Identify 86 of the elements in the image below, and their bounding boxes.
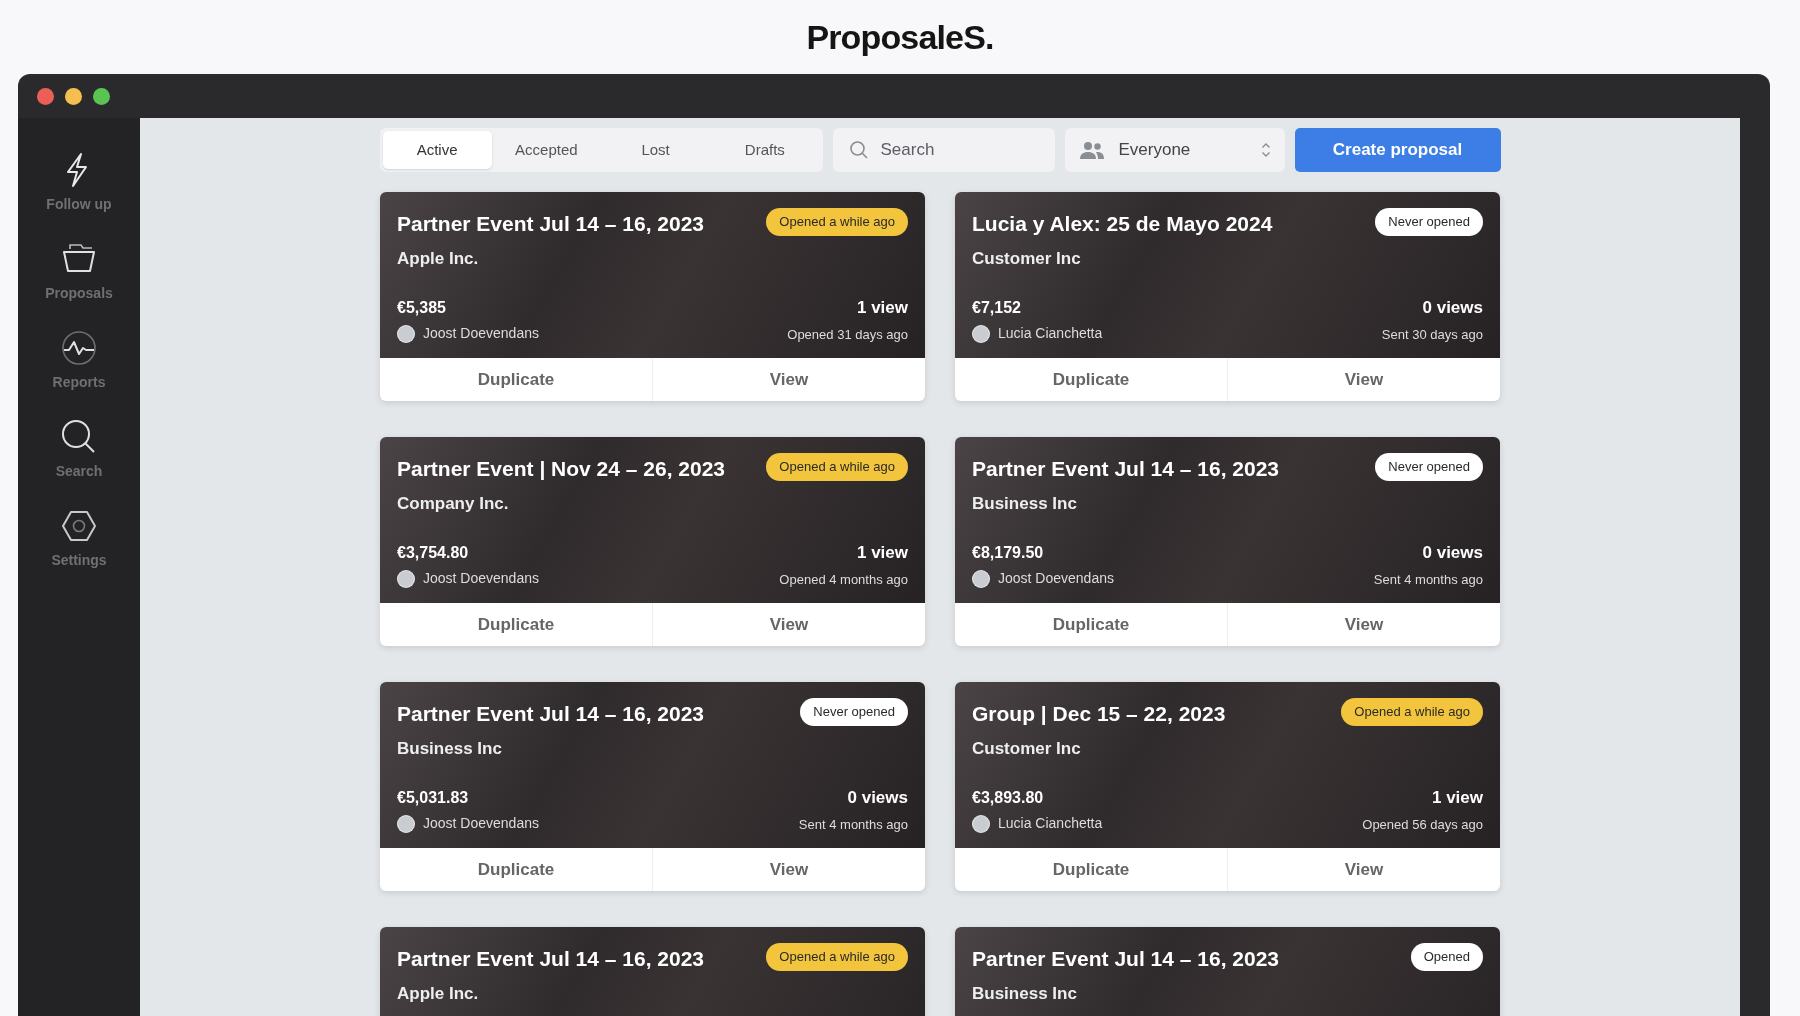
proposal-amount: €3,893.80 (972, 788, 1045, 808)
client-name: Business Inc (972, 982, 1078, 1005)
activity-time: Sent 30 days ago (1381, 325, 1483, 344)
proposal-title: Partner Event Jul 14 – 16, 2023 (972, 456, 1279, 482)
minimize-window-button[interactable] (65, 87, 82, 105)
proposal-title: Partner Event Jul 14 – 16, 2023 (397, 701, 704, 727)
client-name: Business Inc (397, 737, 503, 760)
view-count: 0 views (1422, 542, 1483, 564)
proposal-title: Lucia y Alex: 25 de Mayo 2024 (972, 211, 1273, 237)
card-action-button[interactable]: View (652, 358, 925, 401)
client-name: Company Inc. (397, 492, 510, 515)
proposal-title: Partner Event Jul 14 – 16, 2023 (972, 946, 1279, 972)
owner-name: Joost Doevendans (423, 569, 539, 588)
avatar-placeholder (397, 569, 415, 588)
sidebar-item[interactable]: Follow up (46, 150, 112, 215)
card-action-button[interactable]: View (652, 603, 925, 646)
proposal-amount: €8,179.50 (972, 543, 1045, 563)
proposal-amount: €5,031.83 (397, 788, 470, 808)
proposal-title: Partner Event | Nov 24 – 26, 2023 (397, 456, 726, 482)
people-icon (1078, 140, 1105, 160)
proposal-amount: €5,385 (397, 298, 447, 318)
chevron-up-down-icon (1260, 142, 1271, 158)
proposal-title: Group | Dec 15 – 22, 2023 (972, 701, 1226, 727)
proposal-amount: €7,152 (972, 298, 1022, 318)
owner-name: Lucia Cianchetta (998, 324, 1103, 343)
view-count: 0 views (1422, 297, 1483, 319)
proposal-amount: €3,754.80 (397, 543, 470, 563)
client-name: Business Inc (972, 492, 1078, 515)
card-action-button[interactable]: Duplicate (380, 358, 652, 401)
proposal-title: Partner Event Jul 14 – 16, 2023 (397, 211, 704, 237)
sidebar-item[interactable]: Search (55, 417, 103, 482)
view-count: 1 view (1431, 787, 1483, 809)
sidebar-item[interactable]: Reports (52, 328, 106, 393)
owner-name: Lucia Cianchetta (998, 814, 1103, 833)
activity-time: Sent 4 months ago (798, 815, 908, 834)
client-name: Customer Inc (972, 247, 1082, 270)
card-action-button[interactable]: View (652, 848, 925, 891)
activity-time: Opened 4 months ago (779, 570, 908, 589)
proposal-title: Partner Event Jul 14 – 16, 2023 (397, 946, 704, 972)
card-action-button[interactable]: Duplicate (380, 603, 652, 646)
avatar-placeholder (397, 814, 415, 833)
status-badge: Opened (1410, 943, 1483, 971)
activity-time: Sent 4 months ago (1373, 570, 1483, 589)
card-action-button[interactable]: Duplicate (955, 603, 1227, 646)
status-badge: Never opened (1375, 208, 1483, 236)
sidebar-item[interactable]: Settings (51, 506, 107, 571)
avatar-placeholder (972, 324, 990, 343)
search-field[interactable]: Search (832, 128, 1055, 172)
brand-logo: ProposaleS. (806, 16, 994, 58)
card-action-button[interactable]: Duplicate (955, 848, 1227, 891)
view-count: 0 views (847, 787, 908, 809)
zoom-window-button[interactable] (93, 87, 110, 105)
avatar-placeholder (972, 814, 990, 833)
card-action-button[interactable]: View (1227, 848, 1500, 891)
status-badge: Opened a while ago (1341, 698, 1483, 726)
status-badge: Never opened (800, 698, 908, 726)
sidebar-item[interactable]: Proposals (45, 239, 113, 304)
client-name: Apple Inc. (397, 982, 480, 1005)
owner-name: Joost Doevendans (998, 569, 1114, 588)
filter-tab[interactable]: Lost (601, 131, 711, 169)
avatar-placeholder (397, 324, 415, 343)
search-icon (848, 140, 869, 160)
activity-time: Opened 31 days ago (787, 325, 908, 344)
view-count: 1 view (856, 297, 908, 319)
close-window-button[interactable] (37, 87, 54, 105)
client-name: Apple Inc. (397, 247, 480, 270)
filter-tab[interactable]: Accepted (491, 131, 601, 169)
card-action-button[interactable]: Duplicate (955, 358, 1227, 401)
status-badge: Opened a while ago (766, 208, 908, 236)
owner-name: Joost Doevendans (423, 814, 539, 833)
filter-tab[interactable]: Active (382, 131, 492, 169)
create-proposal-button[interactable]: Create proposal (1294, 128, 1501, 172)
status-badge: Opened a while ago (766, 453, 908, 481)
owner-filter-dropdown[interactable]: Everyone (1064, 128, 1285, 172)
view-count: 1 view (856, 542, 908, 564)
avatar-placeholder (972, 569, 990, 588)
card-action-button[interactable]: View (1227, 358, 1500, 401)
card-action-button[interactable]: View (1227, 603, 1500, 646)
activity-time: Opened 56 days ago (1362, 815, 1483, 834)
status-badge: Opened a while ago (766, 943, 908, 971)
client-name: Customer Inc (972, 737, 1082, 760)
filter-tab[interactable]: Drafts (710, 131, 820, 169)
pulse-chart-icon (59, 328, 99, 368)
status-badge: Never opened (1375, 453, 1483, 481)
owner-name: Joost Doevendans (423, 324, 539, 343)
card-action-button[interactable]: Duplicate (380, 848, 652, 891)
